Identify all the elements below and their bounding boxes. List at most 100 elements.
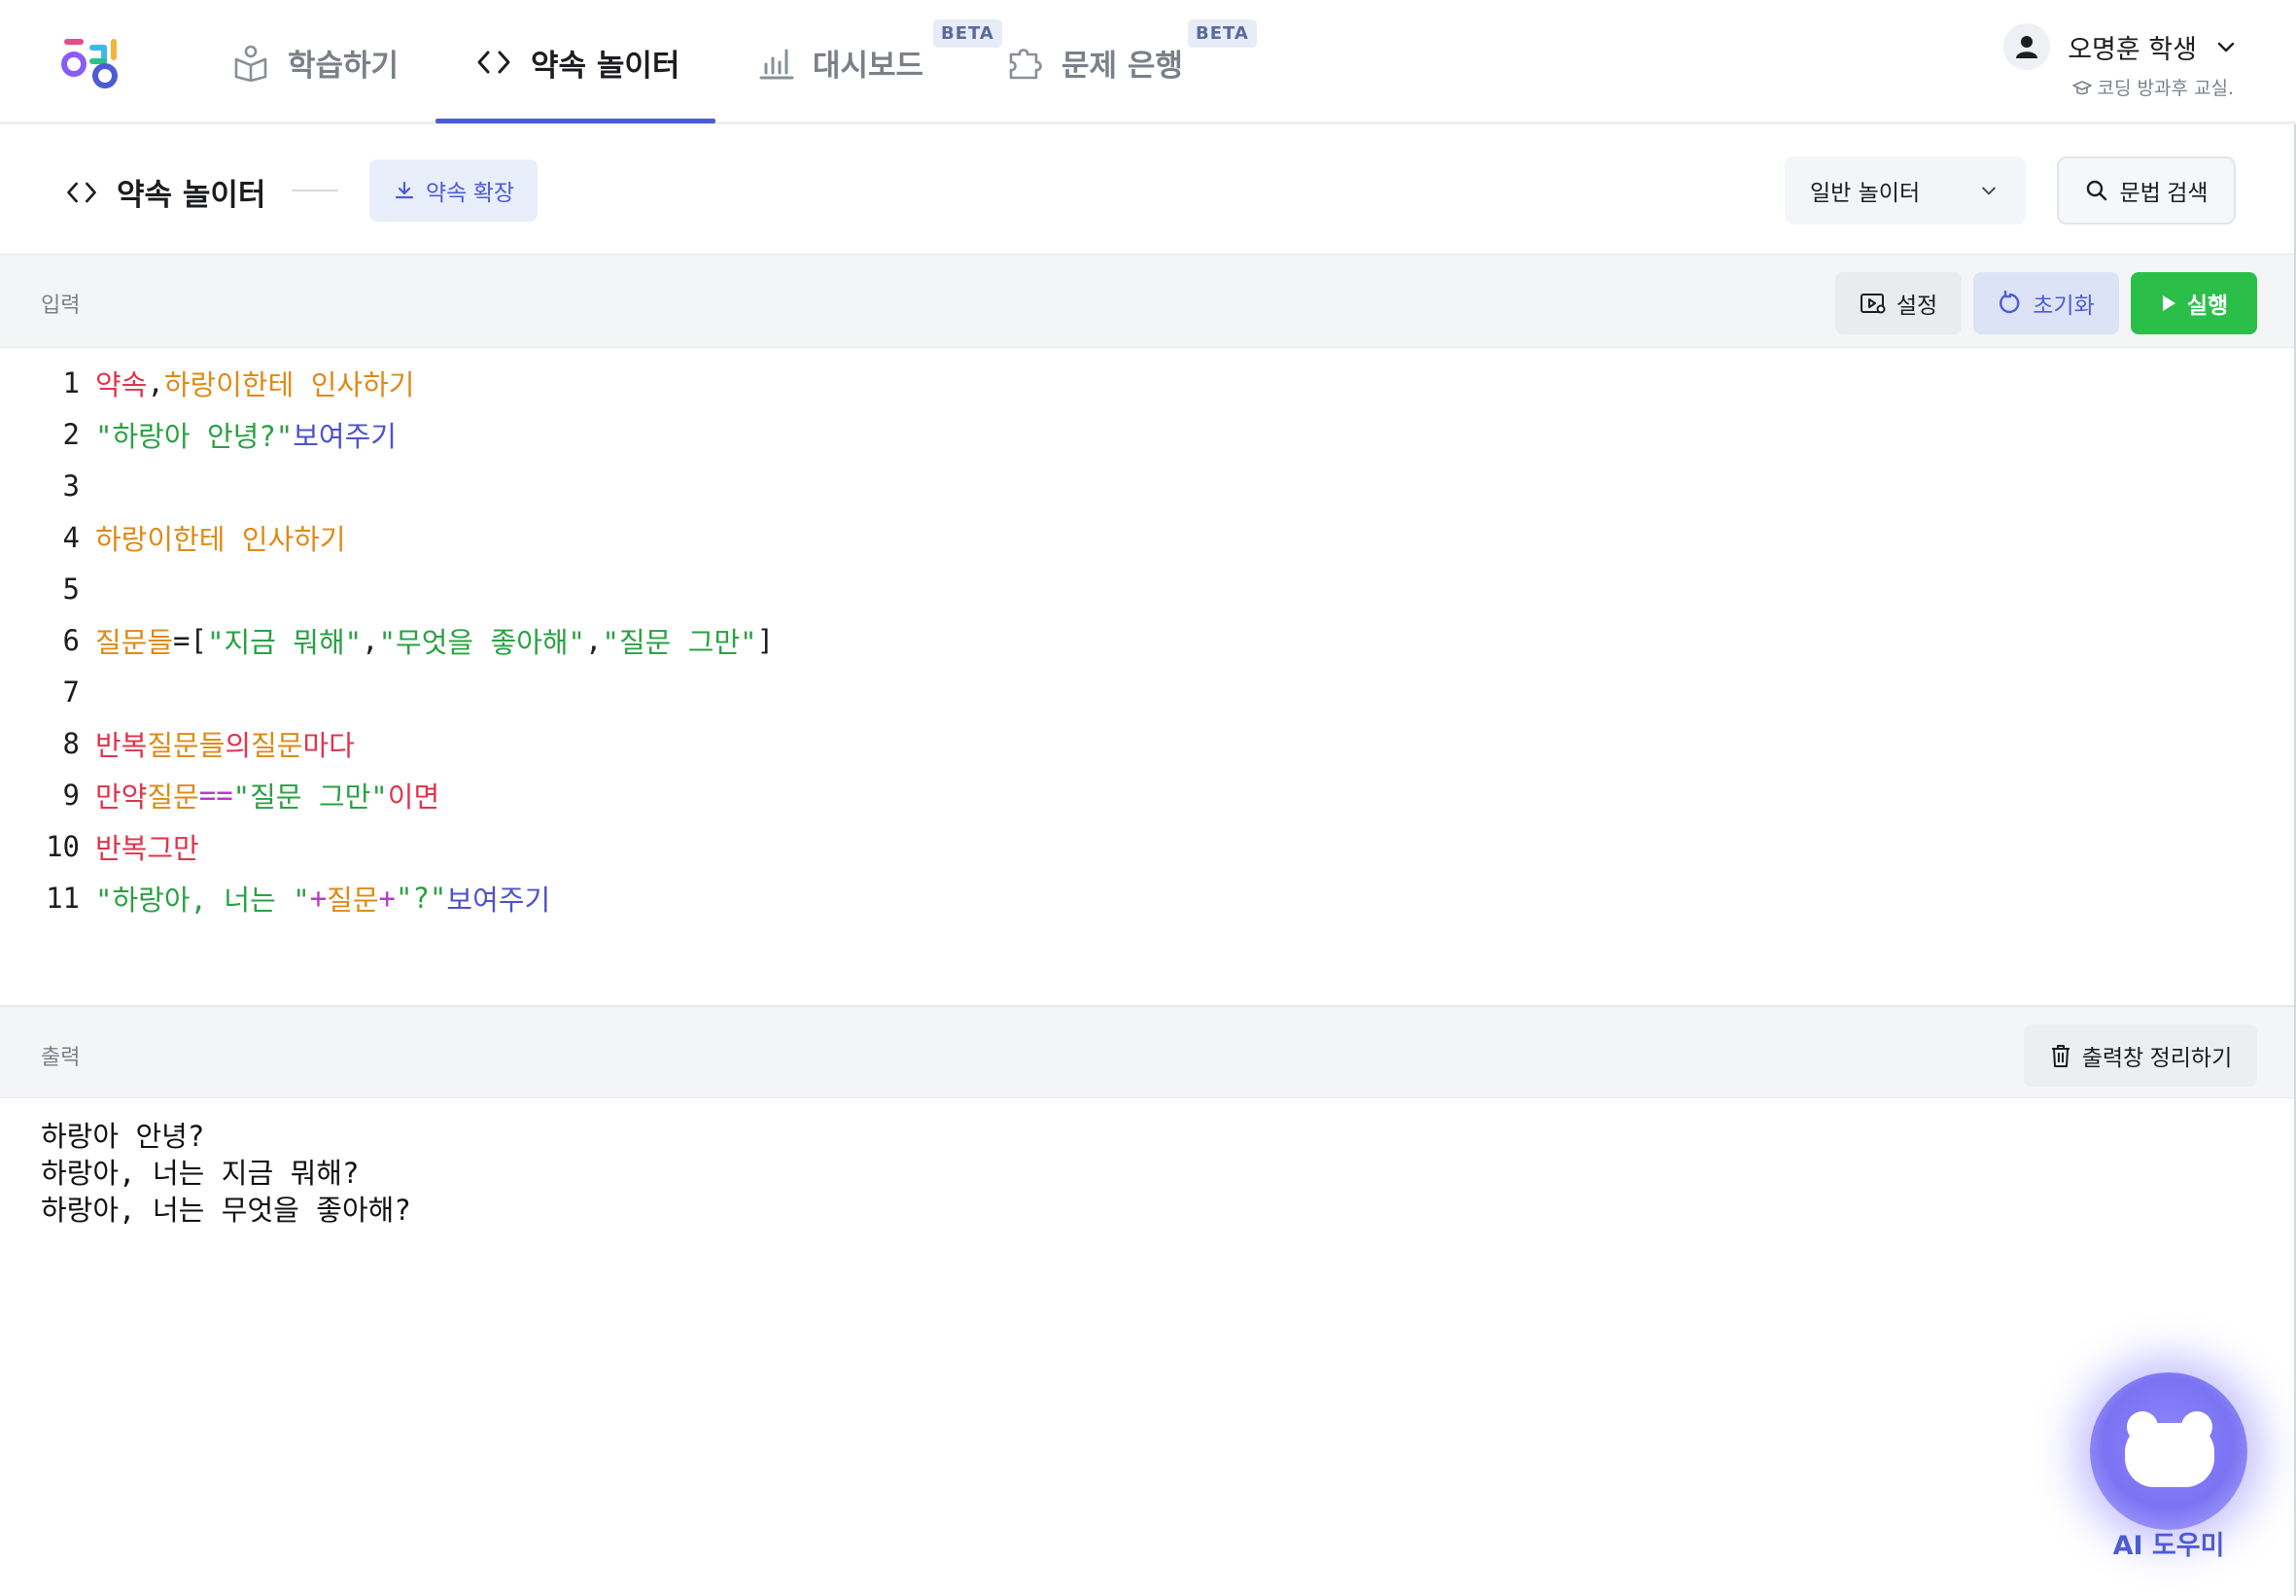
reset-button[interactable]: 초기화 [1973,272,2119,334]
syntax-search-label: 문법 검색 [2119,180,2209,205]
settings-button[interactable]: 설정 [1835,272,1962,334]
code-token: == [198,779,233,812]
avatar [2003,23,2051,70]
trash-icon [2051,1045,2070,1067]
code-line: 1 약속, 하랑이한테 인사하기 [0,364,415,402]
code-token: "지금 뭐해" [206,626,363,659]
line-number: 11 [46,882,80,915]
code-line: 4 하랑이한테 인사하기 [0,518,346,557]
playground-mode-value: 일반 놀이터 [1810,181,1921,206]
code-line: 8 반복 질문들 의 질문 마다 [0,724,355,763]
nav-tab-label: 문제 은행 [1061,48,1183,84]
code-token: 보여주기 [446,884,551,917]
code-token: 반복 [95,729,148,762]
code-line: 11 "하랑아, 너는 " + 질문 + "?" 보여주기 [0,879,550,918]
ai-helper-button[interactable]: AI 도우미 [2080,1372,2257,1571]
output-toolbar: 출력 출력창 정리하기 [0,1005,2296,1098]
page-title-text: 약속 놀이터 [117,178,266,213]
line-number: 9 [62,779,80,812]
code-token: 보여주기 [293,420,397,453]
user-menu[interactable]: 오명훈 학생 [2003,23,2238,70]
code-token: 약속 [95,368,148,401]
code-token: "질문 그만" [232,781,388,814]
code-token: 질문 [147,781,199,814]
nav-tab-label: 학습하기 [288,48,400,84]
nav-tab-dashboard[interactable]: 대시보드 [756,0,923,124]
user-class-label: 코딩 방과후 교실. [2097,78,2234,99]
playground-mode-select[interactable]: 일반 놀이터 [1785,156,2026,225]
user-class: 코딩 방과후 교실. [2071,74,2234,100]
bear-icon [2125,1411,2214,1487]
code-token: 질문들 [95,626,174,659]
reset-label: 초기화 [2033,293,2095,318]
code-editor[interactable]: 1 약속, 하랑이한테 인사하기 2 "하랑아 안녕?" 보여주기 3 4 하랑이한… [0,348,2296,1005]
graduation-cap-icon [2071,80,2092,94]
line-number: 4 [62,521,80,554]
user-name: 오명훈 학생 [2068,34,2197,65]
code-token: 마다 [302,729,355,762]
playground-header: 약속 놀이터 약속 확장 일반 놀이터 문법 검색 [0,127,2296,256]
code-token: "하랑아 안녕?" [95,420,294,453]
app-logo[interactable] [60,35,128,89]
download-icon [395,181,414,199]
nav-tab-problem-bank[interactable]: 문제 은행 [1005,0,1183,124]
code-token: "질문 그만" [602,626,757,659]
code-token: 하랑이한테 인사하기 [95,523,346,556]
syntax-search-button[interactable]: 문법 검색 [2057,156,2236,225]
code-line: 6 질문들 = ["지금 뭐해", "무엇을 좋아해", "질문 그만"] [0,621,775,660]
video-settings-icon [1860,294,1886,314]
code-token: 질문들 [147,729,226,762]
search-icon [2087,180,2107,201]
top-navigation: 학습하기 약속 놀이터 대시보드 BETA 문제 은행 BETA 오명훈 학생 … [0,0,2296,124]
input-toolbar: 입력 설정 초기화 실행 [0,255,2296,348]
output-line: 하랑아 안녕? [41,1120,205,1153]
clear-output-button[interactable]: 출력창 정리하기 [2024,1024,2257,1087]
chevron-down-icon [2217,42,2235,52]
code-line: 10 반복 그만 [0,827,199,866]
line-number: 10 [46,830,80,863]
code-token: "무엇을 좋아해" [378,626,586,659]
extend-button[interactable]: 약속 확장 [369,159,539,222]
book-icon [234,45,267,82]
line-number: 5 [62,572,80,606]
code-line: 9 만약 질문 == "질문 그만" 이면 [0,776,440,815]
code-line: 2 "하랑아 안녕?" 보여주기 [0,415,397,454]
chevron-down-icon [1982,187,1996,195]
code-token: ] [756,624,775,657]
code-token: "?" [396,882,447,915]
code-line: 5 [0,570,95,608]
code-token: 질문 [327,884,379,917]
bar-chart-icon [759,49,794,80]
code-token: 반복 [95,832,148,865]
code-token: , [585,624,603,657]
page-title: 약속 놀이터 [64,170,265,214]
title-divider [292,190,338,191]
input-label: 입력 [41,294,81,318]
code-token: + [309,882,328,915]
ai-helper-label: AI 도우미 [2112,1531,2225,1561]
code-icon [477,51,510,74]
nav-tab-label: 대시보드 [813,48,924,84]
beta-badge: BETA [933,19,1002,48]
reset-icon [2000,291,2020,314]
code-token: = [173,624,191,657]
code-token: 그만 [147,832,199,865]
code-token: + [378,882,397,915]
code-token: 이면 [387,781,440,814]
code-token: "하랑아, 너는 " [95,884,310,917]
nav-tab-learn[interactable]: 학습하기 [231,0,399,124]
line-number: 2 [62,418,80,451]
output-line: 하랑아, 너는 무엇을 좋아해? [41,1194,411,1227]
code-token: , [362,624,379,657]
run-label: 실행 [2186,293,2229,318]
code-token: , [147,366,164,399]
output-label: 출력 [41,1046,81,1070]
code-line: 3 [0,467,95,505]
code-line: 7 [0,673,95,711]
line-number: 3 [62,469,80,503]
run-button[interactable]: 실행 [2131,272,2257,334]
line-number: 6 [62,624,80,657]
code-icon [67,182,96,202]
line-number: 7 [62,676,80,709]
nav-tab-playground[interactable]: 약속 놀이터 [474,0,679,124]
